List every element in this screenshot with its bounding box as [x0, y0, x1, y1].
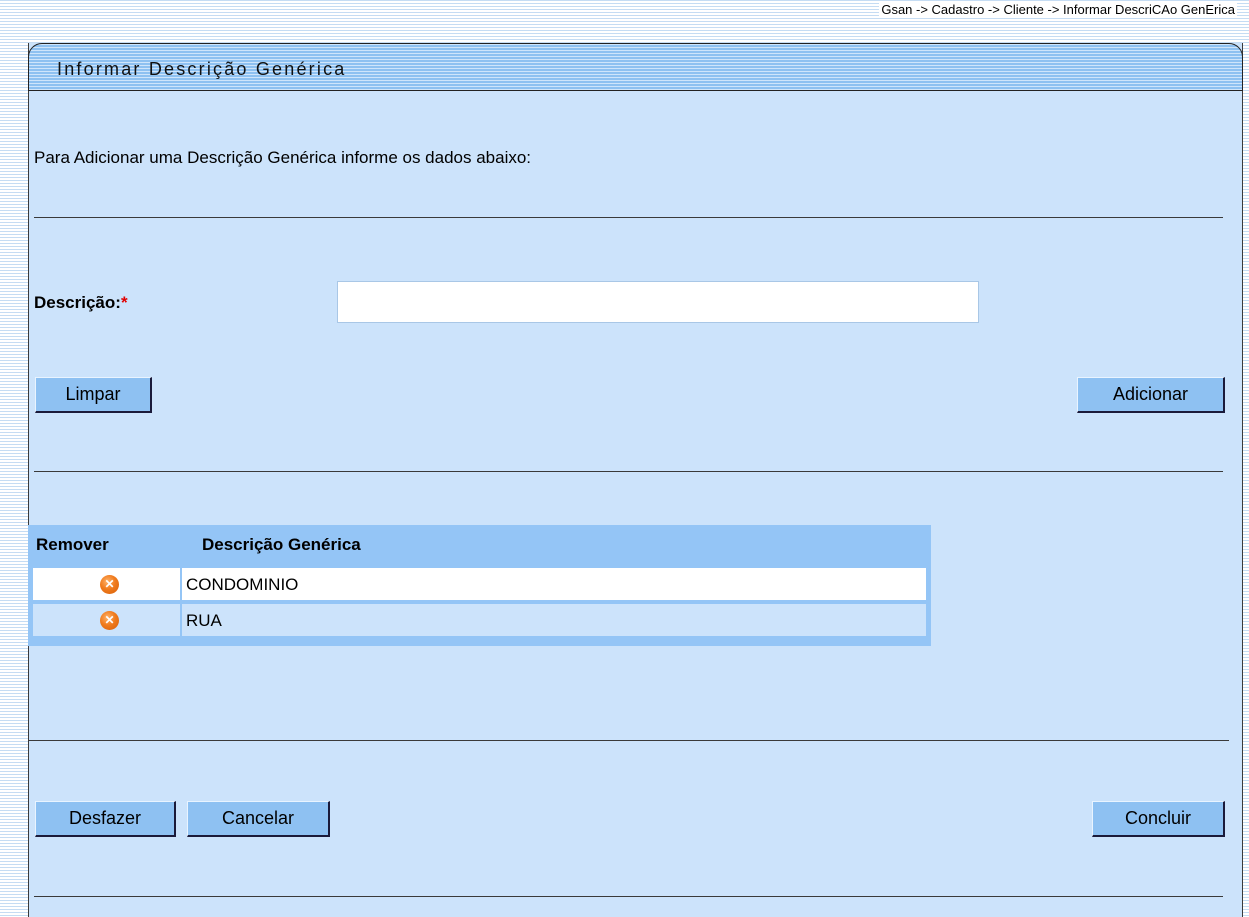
limpar-button[interactable]: Limpar — [35, 377, 152, 413]
descricao-cell: RUA — [186, 611, 222, 630]
form-panel — [28, 43, 1243, 917]
divider — [34, 217, 1223, 218]
adicionar-button[interactable]: Adicionar — [1077, 377, 1225, 413]
descricao-label: Descrição:* — [34, 293, 128, 313]
table-row: ✕ CONDOMINIO — [32, 567, 927, 601]
remove-cell: ✕ — [33, 604, 182, 636]
desfazer-button[interactable]: Desfazer — [35, 801, 176, 837]
breadcrumb: Gsan -> Cadastro -> Cliente -> Informar … — [879, 2, 1237, 17]
descricao-input[interactable] — [337, 281, 979, 323]
column-header-descricao: Descrição Genérica — [202, 535, 361, 554]
column-header-remover: Remover — [36, 535, 109, 554]
descricao-cell: CONDOMINIO — [186, 575, 299, 594]
divider — [34, 896, 1223, 897]
page-title: Informar Descrição Genérica — [57, 59, 347, 79]
remove-x-icon[interactable]: ✕ — [100, 611, 119, 630]
remove-x-icon[interactable]: ✕ — [100, 575, 119, 594]
remove-cell: ✕ — [33, 568, 182, 600]
required-marker: * — [120, 293, 128, 312]
intro-text: Para Adicionar uma Descrição Genérica in… — [34, 148, 532, 167]
descricao-label-text: Descrição: — [34, 293, 121, 312]
concluir-button[interactable]: Concluir — [1092, 801, 1225, 837]
divider — [34, 471, 1223, 472]
divider — [28, 740, 1229, 741]
cancelar-button[interactable]: Cancelar — [187, 801, 330, 837]
descricoes-table: Remover Descrição Genérica ✕ CONDOMINIO … — [28, 525, 931, 646]
title-bar: Informar Descrição Genérica — [28, 43, 1243, 91]
table-row: ✕ RUA — [32, 603, 927, 637]
